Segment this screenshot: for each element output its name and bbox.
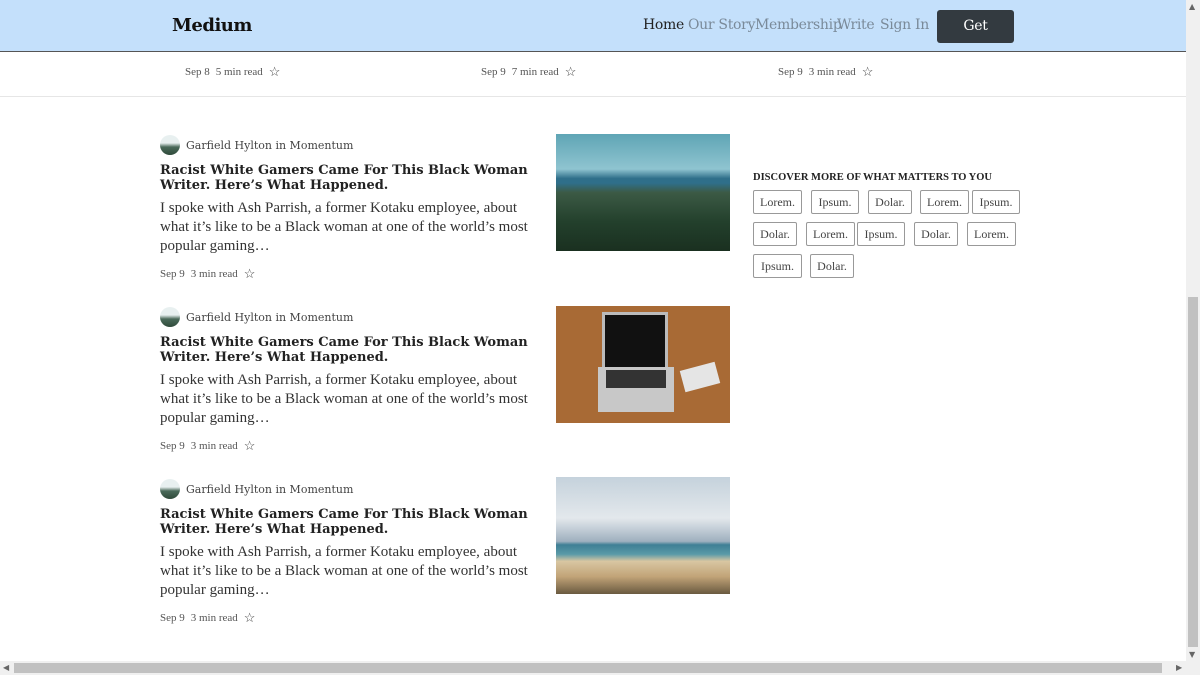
topic-tag[interactable]: Ipsum. <box>811 190 859 214</box>
article-meta: Sep 9 3 min read ☆ <box>160 610 540 626</box>
read-time: 3 min read <box>190 440 238 452</box>
article-image-beach[interactable] <box>556 477 730 594</box>
bookmark-star-icon[interactable]: ☆ <box>244 610 256 626</box>
topic-tag[interactable]: Dolar. <box>914 222 958 246</box>
divider <box>0 96 1186 97</box>
author-name[interactable]: Garfield Hylton in Momentum <box>186 483 353 496</box>
top-navbar: Medium Home Our Story Membership Write S… <box>0 0 1186 67</box>
nav-write[interactable]: Write <box>837 17 875 33</box>
avatar <box>160 479 180 499</box>
article-card[interactable]: Garfield Hylton in Momentum Racist White… <box>160 307 540 454</box>
trending-meta: Sep 9 7 min read ☆ <box>481 64 582 80</box>
date: Sep 9 <box>160 612 185 624</box>
article-image-forest[interactable] <box>556 134 730 251</box>
date: Sep 8 <box>185 66 210 78</box>
article-excerpt: I spoke with Ash Parrish, a former Kotak… <box>160 544 528 598</box>
author-name[interactable]: Garfield Hylton in Momentum <box>186 139 353 152</box>
topic-tag[interactable]: Ipsum. <box>972 190 1020 214</box>
article-image-laptop[interactable] <box>556 306 730 423</box>
author-line: Garfield Hylton in Momentum <box>160 135 540 155</box>
avatar <box>160 135 180 155</box>
read-time: 3 min read <box>190 268 238 280</box>
read-time: 3 min read <box>808 66 856 78</box>
bookmark-star-icon[interactable]: ☆ <box>862 64 874 80</box>
avatar <box>160 307 180 327</box>
read-time: 7 min read <box>511 66 559 78</box>
bookmark-star-icon[interactable]: ☆ <box>244 438 256 454</box>
topic-tag[interactable]: Ipsum. <box>753 254 802 278</box>
article-card[interactable]: Garfield Hylton in Momentum Racist White… <box>160 135 540 282</box>
scroll-right-arrow-icon[interactable]: ▶ <box>1176 663 1182 672</box>
read-time: 5 min read <box>215 66 263 78</box>
trending-meta: Sep 8 5 min read ☆ <box>185 64 286 80</box>
article-title[interactable]: Racist White Gamers Came For This Black … <box>160 507 540 537</box>
scroll-left-arrow-icon[interactable]: ◀ <box>3 663 9 672</box>
topic-tag[interactable]: Dolar. <box>868 190 912 214</box>
topic-tag[interactable]: Lorem. <box>806 222 855 246</box>
trending-meta: Sep 9 3 min read ☆ <box>778 64 879 80</box>
logo[interactable]: Medium <box>172 15 252 36</box>
author-line: Garfield Hylton in Momentum <box>160 307 540 327</box>
scroll-down-arrow-icon[interactable]: ▼ <box>1189 650 1195 659</box>
article-excerpt: I spoke with Ash Parrish, a former Kotak… <box>160 200 528 254</box>
article-excerpt: I spoke with Ash Parrish, a former Kotak… <box>160 372 528 426</box>
nav-home[interactable]: Home <box>643 17 684 33</box>
article-meta: Sep 9 3 min read ☆ <box>160 266 540 282</box>
horizontal-scrollbar[interactable]: ◀ ▶ <box>0 661 1200 675</box>
topic-tag[interactable]: Lorem. <box>967 222 1016 246</box>
get-started-button[interactable]: Get Started <box>937 10 1014 67</box>
horizontal-scroll-thumb[interactable] <box>14 663 1162 673</box>
article-title[interactable]: Racist White Gamers Came For This Black … <box>160 163 540 193</box>
date: Sep 9 <box>481 66 506 78</box>
bookmark-star-icon[interactable]: ☆ <box>269 64 281 80</box>
topic-tag[interactable]: Lorem. <box>753 190 802 214</box>
nav-sign-in[interactable]: Sign In <box>880 17 929 33</box>
date: Sep 9 <box>778 66 803 78</box>
author-line: Garfield Hylton in Momentum <box>160 479 540 499</box>
read-time: 3 min read <box>190 612 238 624</box>
date: Sep 9 <box>160 268 185 280</box>
topic-tag[interactable]: Dolar. <box>753 222 797 246</box>
author-name[interactable]: Garfield Hylton in Momentum <box>186 311 353 324</box>
bookmark-star-icon[interactable]: ☆ <box>244 266 256 282</box>
vertical-scrollbar[interactable]: ▲ ▼ <box>1186 0 1200 661</box>
bookmark-star-icon[interactable]: ☆ <box>565 64 577 80</box>
topic-tag[interactable]: Lorem. <box>920 190 969 214</box>
scroll-up-arrow-icon[interactable]: ▲ <box>1189 2 1195 11</box>
topic-tag[interactable]: Ipsum. <box>857 222 905 246</box>
date: Sep 9 <box>160 440 185 452</box>
topic-tag[interactable]: Dolar. <box>810 254 854 278</box>
article-title[interactable]: Racist White Gamers Came For This Black … <box>160 335 540 365</box>
vertical-scroll-thumb[interactable] <box>1188 297 1198 647</box>
article-meta: Sep 9 3 min read ☆ <box>160 438 540 454</box>
discover-heading: DISCOVER MORE OF WHAT MATTERS TO YOU <box>753 172 993 183</box>
nav-our-story[interactable]: Our Story <box>688 17 755 33</box>
article-card[interactable]: Garfield Hylton in Momentum Racist White… <box>160 479 540 626</box>
nav-membership[interactable]: Membership <box>755 17 842 33</box>
